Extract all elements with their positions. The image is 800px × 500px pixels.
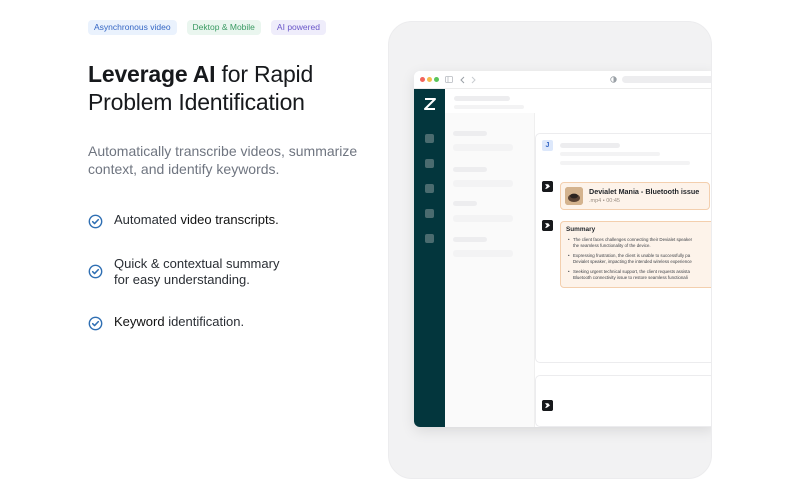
sidebar-nav-item[interactable] — [425, 159, 434, 168]
ai-assistant-icon — [542, 220, 553, 231]
page-title: Leverage AI for Rapid Problem Identifica… — [88, 60, 378, 116]
theme-icon — [610, 76, 617, 83]
summary-point: Expressing frustration, the client is un… — [568, 253, 711, 264]
sidebar-nav-item[interactable] — [425, 184, 434, 193]
ai-summary-card: Summary The client faces challenges conn… — [560, 221, 711, 288]
feature-text: Quick & contextual summary for easy unde… — [114, 256, 280, 287]
sidebar-nav-item[interactable] — [425, 134, 434, 143]
maximize-window-dot[interactable] — [434, 77, 439, 82]
tag-list: Asynchronous video Dektop & Mobile AI po… — [88, 20, 326, 35]
browser-toolbar — [414, 71, 711, 89]
zendesk-logo-icon — [424, 98, 436, 110]
sidebar-nav-item[interactable] — [425, 209, 434, 218]
conversation-pane: J Devialet Mania - Bluetooth issue .mp4 … — [535, 113, 711, 427]
video-thumbnail — [565, 187, 583, 205]
ticket-properties-column — [445, 113, 535, 427]
conversation-card: J Devialet Mania - Bluetooth issue .mp4 … — [535, 133, 711, 363]
feature-text: Automated video transcripts. — [114, 212, 279, 227]
browser-window: J Devialet Mania - Bluetooth issue .mp4 … — [414, 71, 711, 427]
summary-heading: Summary — [566, 226, 596, 233]
summary-point: The client faces challenges connecting t… — [568, 237, 711, 248]
feature-item-transcripts: Automated video transcripts. — [88, 212, 368, 229]
tag-asynchronous-video: Asynchronous video — [88, 20, 177, 35]
feature-text: Keyword identification. — [114, 314, 245, 329]
tag-ai-powered: AI powered — [270, 20, 326, 35]
feature-item-summary: Quick & contextual summary for easy unde… — [88, 256, 298, 288]
page-title-bold: Leverage AI — [88, 61, 216, 87]
check-circle-icon — [88, 316, 103, 331]
summary-point: Seeking urgent technical support, the cl… — [568, 269, 711, 280]
sidebar-toggle-icon[interactable] — [445, 76, 453, 83]
ai-assistant-icon — [542, 181, 553, 192]
product-preview-panel: J Devialet Mania - Bluetooth issue .mp4 … — [388, 21, 712, 479]
app-sidebar — [414, 89, 445, 427]
sidebar-nav-item[interactable] — [425, 234, 434, 243]
address-bar[interactable] — [622, 76, 711, 83]
tag-desktop-mobile: Dektop & Mobile — [186, 20, 261, 35]
user-avatar: J — [542, 140, 553, 151]
reply-composer[interactable] — [535, 375, 711, 427]
minimize-window-dot[interactable] — [427, 77, 432, 82]
video-attachment[interactable]: Devialet Mania - Bluetooth issue .mp4 • … — [560, 182, 710, 210]
feature-item-keywords: Keyword identification. — [88, 314, 368, 331]
ai-assistant-icon — [542, 400, 553, 411]
check-circle-icon — [88, 264, 103, 279]
video-title: Devialet Mania - Bluetooth issue — [589, 187, 700, 196]
video-meta: .mp4 • 00:45 — [589, 198, 620, 204]
header-skeleton — [454, 105, 524, 109]
check-circle-icon — [88, 214, 103, 229]
close-window-dot[interactable] — [420, 77, 425, 82]
forward-arrow-icon[interactable] — [471, 76, 476, 84]
back-arrow-icon[interactable] — [460, 76, 465, 84]
header-skeleton — [454, 96, 510, 101]
page-subtitle: Automatically transcribe videos, summari… — [88, 143, 358, 177]
